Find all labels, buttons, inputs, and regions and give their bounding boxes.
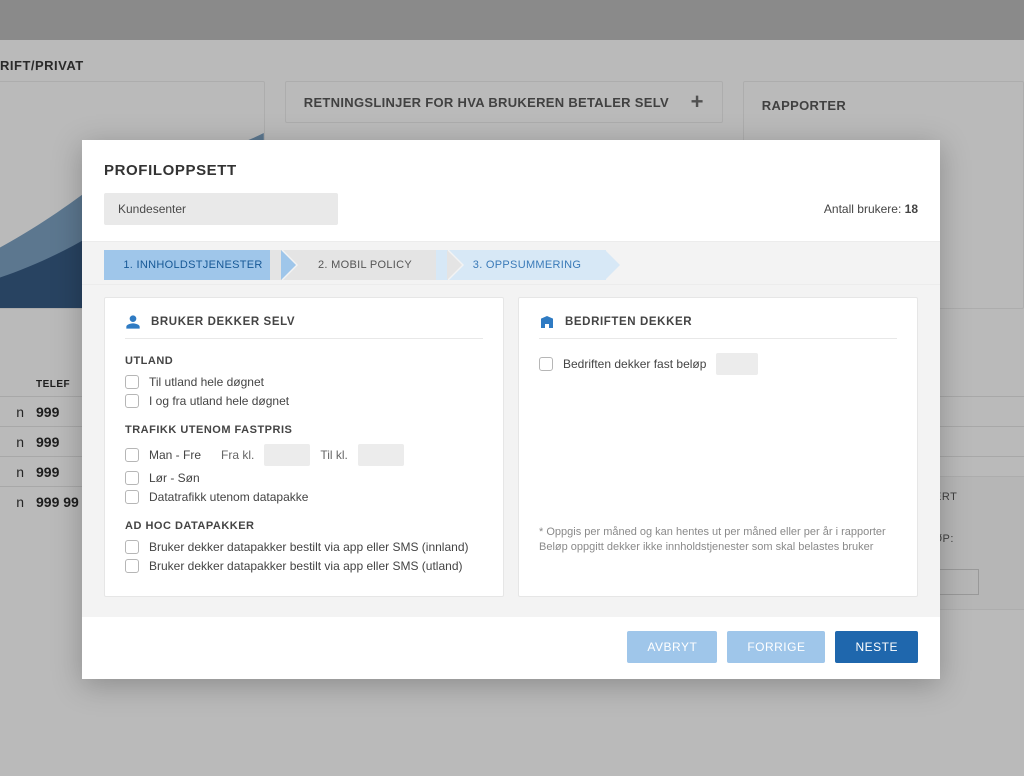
checkbox-icon[interactable] — [125, 394, 139, 408]
section-traffic: TRAFIKK UTENOM FASTPRIS — [125, 424, 483, 436]
checkbox-icon[interactable] — [539, 357, 553, 371]
profile-modal: PROFILOPPSETT Kundesenter Antall brukere… — [82, 140, 940, 679]
opt-adhoc-domestic[interactable]: Bruker dekker datapakker bestilt via app… — [125, 540, 483, 554]
opt-mon-fri[interactable]: Man - Fre Fra kl. Til kl. — [125, 444, 483, 466]
user-icon — [125, 314, 141, 330]
section-abroad: UTLAND — [125, 355, 483, 367]
checkbox-icon[interactable] — [125, 448, 139, 462]
wizard-steps: 1. INNHOLDSTJENESTER 2. MOBIL POLICY 3. … — [82, 241, 940, 285]
previous-button[interactable]: FORRIGE — [727, 631, 825, 663]
user-count: Antall brukere: 18 — [824, 202, 918, 216]
checkbox-icon[interactable] — [125, 471, 139, 485]
checkbox-icon[interactable] — [125, 490, 139, 504]
opt-sat-sun[interactable]: Lør - Søn — [125, 471, 483, 485]
cancel-button[interactable]: AVBRYT — [627, 631, 717, 663]
step-content-services[interactable]: 1. INNHOLDSTJENESTER — [104, 250, 282, 280]
opt-abroad-all-day[interactable]: Til utland hele døgnet — [125, 375, 483, 389]
opt-adhoc-abroad[interactable]: Bruker dekker datapakker bestilt via app… — [125, 559, 483, 573]
from-time-input[interactable] — [264, 444, 310, 466]
opt-to-from-abroad[interactable]: I og fra utland hele døgnet — [125, 394, 483, 408]
panel-note: * Oppgis per måned og kan hentes ut per … — [539, 525, 897, 555]
modal-title: PROFILOPPSETT — [82, 140, 940, 193]
next-button[interactable]: NESTE — [835, 631, 918, 663]
building-icon — [539, 314, 555, 330]
panel-company-title: BEDRIFTEN DEKKER — [565, 316, 692, 328]
checkbox-icon[interactable] — [125, 375, 139, 389]
panel-user-covers: BRUKER DEKKER SELV UTLAND Til utland hel… — [104, 297, 504, 597]
opt-data-outside-package[interactable]: Datatrafikk utenom datapakke — [125, 490, 483, 504]
checkbox-icon[interactable] — [125, 540, 139, 554]
to-time-input[interactable] — [358, 444, 404, 466]
profile-tag[interactable]: Kundesenter — [104, 193, 338, 225]
panel-company-covers: BEDRIFTEN DEKKER Bedriften dekker fast b… — [518, 297, 918, 597]
modal-footer: AVBRYT FORRIGE NESTE — [82, 617, 940, 679]
section-adhoc: AD HOC DATAPAKKER — [125, 520, 483, 532]
opt-company-fixed-amount[interactable]: Bedriften dekker fast beløp — [539, 353, 897, 375]
fixed-amount-input[interactable] — [716, 353, 758, 375]
checkbox-icon[interactable] — [125, 559, 139, 573]
panel-user-title: BRUKER DEKKER SELV — [151, 316, 295, 328]
